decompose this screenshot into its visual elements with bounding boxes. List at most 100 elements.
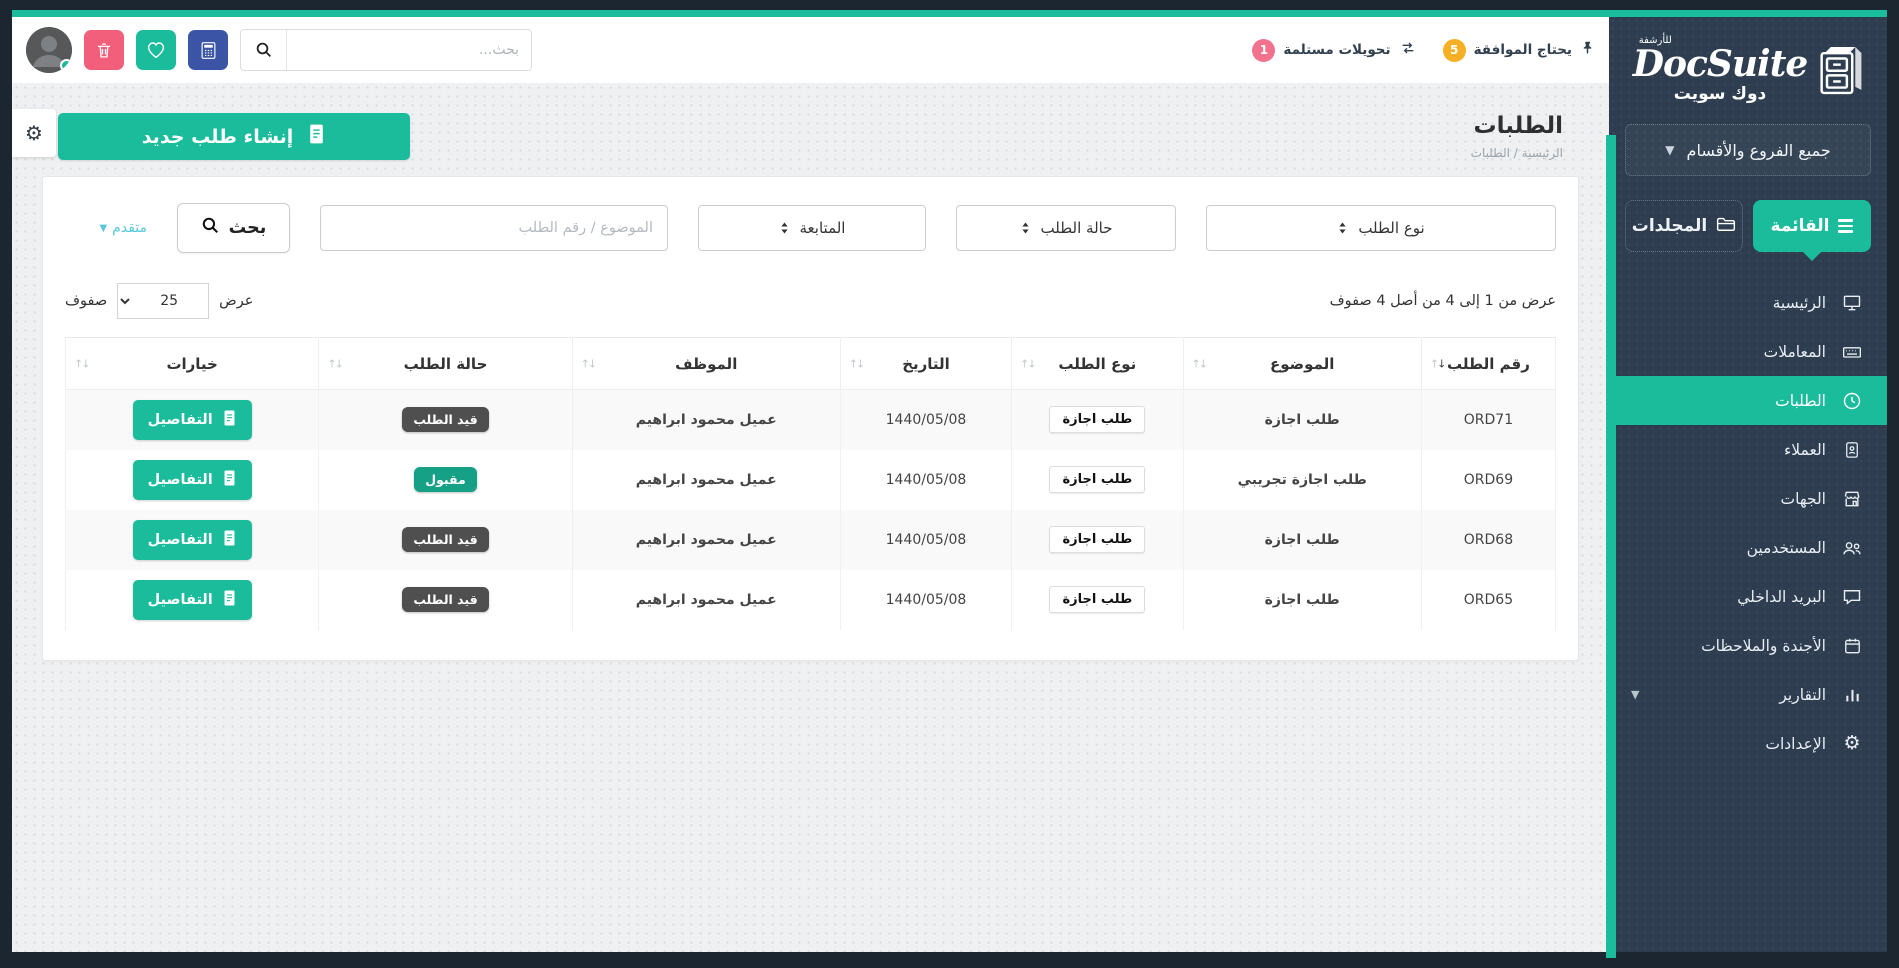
favorites-heart-button[interactable] [136, 30, 176, 70]
storefront-icon [1841, 489, 1863, 509]
sort-icon: ↓↑ [581, 357, 595, 370]
app-logo: للأرشفة DocSuite دوك سويت [1609, 17, 1887, 114]
tab-menu[interactable]: القائمة [1753, 200, 1871, 252]
branch-selector[interactable]: جميع الفروع والأقسام ▼ [1625, 124, 1871, 176]
avatar[interactable] [26, 27, 72, 73]
scrollbar[interactable] [1606, 135, 1616, 958]
gear-icon: ⚙ [25, 121, 43, 145]
details-button[interactable]: التفاصيل [133, 400, 252, 440]
sidebar-item-requests[interactable]: الطلبات [1609, 376, 1887, 425]
requests-card: نوع الطلب حالة الطلب المتابعة [42, 176, 1579, 661]
subject-or-number-input[interactable] [320, 205, 668, 251]
select-caret-icon [1337, 221, 1348, 235]
requests-table: رقم الطلب ↓↑ الموضوع ↓↑ نوع الطلب ↓↑ [65, 337, 1556, 630]
menu-icon [1838, 219, 1853, 233]
file-cabinet-icon [1817, 44, 1863, 96]
sidebar-item-home[interactable]: الرئيسية [1609, 278, 1887, 327]
request-type-select[interactable]: نوع الطلب [1206, 205, 1556, 251]
table-row: ORD65 طلب اجازة طلب اجازة 1440/05/08 عمي… [66, 570, 1556, 630]
needs-approval-notification[interactable]: يحتاج الموافقة 5 [1443, 39, 1595, 62]
sidebar-item-agenda-notes[interactable]: الأجندة والملاحظات [1609, 621, 1887, 670]
sort-icon: ↓↑ [1192, 357, 1206, 370]
request-number: ORD65 [1421, 570, 1555, 630]
select-caret-icon [1020, 221, 1031, 235]
request-employee: عميل محمود ابراهيم [572, 570, 840, 630]
online-status-dot [60, 59, 72, 72]
sidebar-item-settings[interactable]: ⚙ الإعدادات [1609, 719, 1887, 768]
tab-folders[interactable]: المجلدات [1625, 200, 1743, 252]
column-header-type[interactable]: نوع الطلب ↓↑ [1012, 338, 1183, 390]
request-type-pill: طلب اجازة [1049, 466, 1145, 493]
column-header-request-number[interactable]: رقم الطلب ↓↑ [1421, 338, 1555, 390]
column-header-subject[interactable]: الموضوع ↓↑ [1183, 338, 1421, 390]
calendar-icon [1841, 636, 1863, 656]
received-transfers-notification[interactable]: تحويلات مستلمة 1 [1252, 39, 1416, 62]
followup-select[interactable]: المتابعة [698, 205, 926, 251]
chevron-down-icon: ▼ [99, 223, 107, 234]
request-status-select[interactable]: حالة الطلب [956, 205, 1176, 251]
details-button[interactable]: التفاصيل [133, 460, 252, 500]
desktop-icon [1841, 293, 1863, 313]
branch-selector-label: جميع الفروع والأقسام [1687, 141, 1831, 160]
table-row: ORD68 طلب اجازة طلب اجازة 1440/05/08 عمي… [66, 510, 1556, 570]
column-header-employee[interactable]: الموظف ↓↑ [572, 338, 840, 390]
topbar: يحتاج الموافقة 5 تحويلات مستلمة 1 [12, 17, 1609, 83]
create-request-button[interactable]: إنشاء طلب جديد [58, 113, 410, 160]
request-number: ORD71 [1421, 390, 1555, 450]
document-icon [307, 123, 326, 150]
window-frame: للأرشفة DocSuite دوك سويت جميع الفروع وا… [0, 0, 1899, 968]
approval-count-badge: 5 [1443, 39, 1466, 62]
logo-subtitle: دوك سويت [1633, 84, 1808, 104]
request-employee: عميل محمود ابراهيم [572, 510, 840, 570]
reports-chart-icon [1841, 685, 1863, 705]
sidebar-item-reports[interactable]: التقارير ▼ [1609, 670, 1887, 719]
sidebar-item-users[interactable]: المستخدمين [1609, 523, 1887, 572]
request-type-pill: طلب اجازة [1049, 406, 1145, 433]
sort-icon: ↓↑ [74, 357, 88, 370]
request-date: 1440/05/08 [840, 390, 1011, 450]
transfers-count-badge: 1 [1252, 39, 1275, 62]
keyboard-icon [1841, 342, 1863, 362]
calculator-button[interactable] [188, 30, 228, 70]
request-type-pill: طلب اجازة [1049, 586, 1145, 613]
page-size-control: عرض 25 صفوف [65, 283, 253, 319]
top-accent-line [12, 10, 1887, 17]
status-badge: مقبول [414, 467, 477, 492]
details-button[interactable]: التفاصيل [133, 520, 252, 560]
sidebar-tabs: القائمة المجلدات [1609, 176, 1887, 252]
advanced-search-link[interactable]: متقدم ▼ [99, 220, 147, 236]
sidebar-item-entities[interactable]: الجهات [1609, 474, 1887, 523]
content-area: ⚙ الطلبات الرئيسية / الطلبات [12, 83, 1609, 952]
filter-search-button[interactable]: بحث [177, 203, 290, 253]
logo-title: DocSuite [1633, 43, 1808, 85]
select-caret-icon [779, 221, 790, 235]
sidebar-menu: الرئيسية المعاملات [1609, 278, 1887, 768]
global-search-input[interactable] [287, 30, 531, 70]
request-subject: طلب اجازة تجريبي [1183, 450, 1421, 510]
transfer-icon [1399, 40, 1417, 60]
notifications: يحتاج الموافقة 5 تحويلات مستلمة 1 [1252, 39, 1595, 62]
sort-icon: ↓↑ [327, 357, 341, 370]
settings-panel-toggle[interactable]: ⚙ [12, 109, 56, 157]
column-header-status[interactable]: حالة الطلب ↓↑ [319, 338, 572, 390]
request-date: 1440/05/08 [840, 450, 1011, 510]
column-header-date[interactable]: التاريخ ↓↑ [840, 338, 1011, 390]
request-number: ORD68 [1421, 510, 1555, 570]
document-icon [222, 469, 237, 491]
table-row: ORD71 طلب اجازة طلب اجازة 1440/05/08 عمي… [66, 390, 1556, 450]
page-size-select[interactable]: 25 [117, 283, 209, 319]
sidebar-item-internal-mail[interactable]: البريد الداخلي [1609, 572, 1887, 621]
column-header-options[interactable]: خيارات ↓↑ [66, 338, 319, 390]
search-icon [201, 216, 220, 240]
sidebar-item-clients[interactable]: العملاء [1609, 425, 1887, 474]
request-date: 1440/05/08 [840, 510, 1011, 570]
sort-icon: ↓↑ [1020, 357, 1034, 370]
details-button[interactable]: التفاصيل [133, 580, 252, 620]
sidebar-item-transactions[interactable]: المعاملات [1609, 327, 1887, 376]
trash-button[interactable] [84, 30, 124, 70]
request-employee: عميل محمود ابراهيم [572, 390, 840, 450]
request-number: ORD69 [1421, 450, 1555, 510]
global-search [240, 29, 532, 71]
table-row: ORD69 طلب اجازة تجريبي طلب اجازة 1440/05… [66, 450, 1556, 510]
request-type-pill: طلب اجازة [1049, 526, 1145, 553]
